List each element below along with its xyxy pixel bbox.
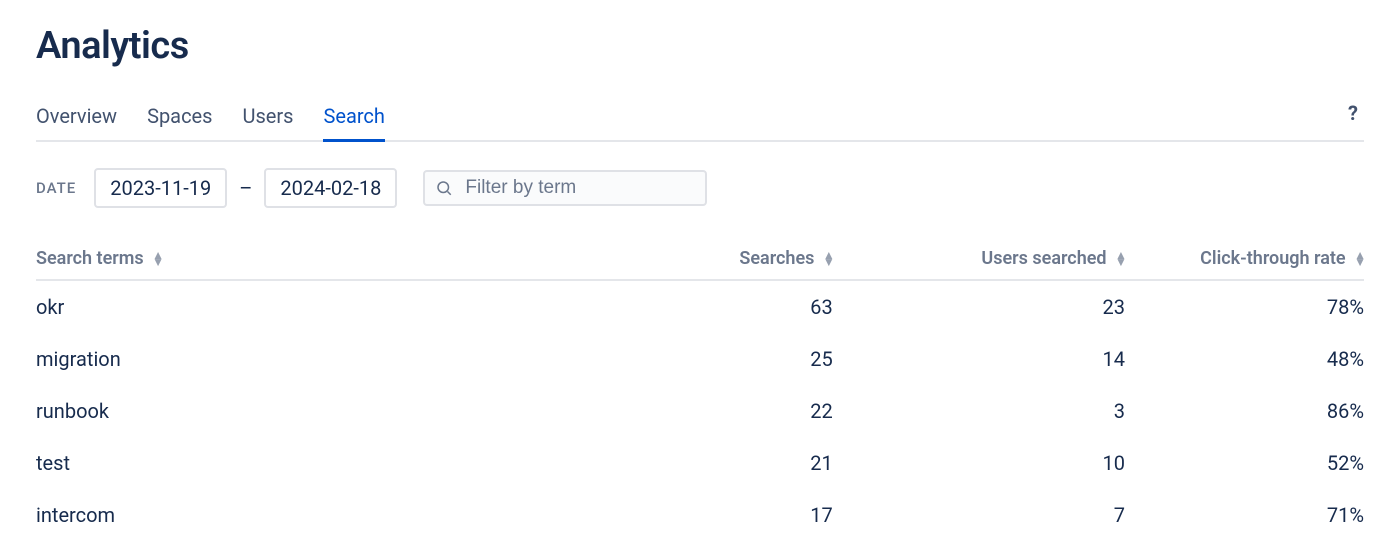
term-filter-input[interactable]	[463, 176, 695, 200]
cell-term: okr	[36, 280, 620, 333]
cell-ctr: 52%	[1125, 437, 1364, 489]
date-range-separator: –	[239, 176, 252, 200]
col-header-users-label: Users searched	[981, 248, 1106, 269]
tab-search[interactable]: Search	[323, 96, 384, 140]
tab-users[interactable]: Users	[242, 96, 293, 140]
table-row: intercom 17 7 71%	[36, 489, 1364, 541]
tab-bar: Overview Spaces Users Search ?	[36, 96, 1364, 142]
table-row: migration 25 14 48%	[36, 333, 1364, 385]
col-header-ctr-label: Click-through rate	[1200, 248, 1346, 269]
table-row: okr 63 23 78%	[36, 280, 1364, 333]
col-header-term[interactable]: Search terms ▲▼	[36, 238, 620, 280]
cell-users: 23	[833, 280, 1125, 333]
col-header-users[interactable]: Users searched ▲▼	[833, 238, 1125, 280]
table-row: runbook 22 3 86%	[36, 385, 1364, 437]
tab-spaces[interactable]: Spaces	[147, 96, 212, 140]
term-filter[interactable]	[423, 170, 707, 206]
filter-controls: DATE 2023-11-19 – 2024-02-18	[36, 168, 1364, 208]
date-from-picker[interactable]: 2023-11-19	[94, 168, 227, 208]
cell-searches: 17	[620, 489, 832, 541]
sort-icon: ▲▼	[1354, 252, 1364, 266]
search-terms-table: Search terms ▲▼ Searches ▲▼ Users search…	[36, 238, 1364, 541]
sort-icon: ▲▼	[1115, 252, 1125, 266]
cell-ctr: 78%	[1125, 280, 1364, 333]
cell-users: 14	[833, 333, 1125, 385]
date-to-picker[interactable]: 2024-02-18	[264, 168, 397, 208]
cell-users: 7	[833, 489, 1125, 541]
cell-ctr: 71%	[1125, 489, 1364, 541]
sort-icon: ▲▼	[152, 252, 162, 266]
cell-searches: 25	[620, 333, 832, 385]
search-icon	[435, 179, 453, 197]
col-header-searches-label: Searches	[739, 248, 814, 269]
col-header-term-label: Search terms	[36, 248, 144, 269]
cell-users: 3	[833, 385, 1125, 437]
cell-ctr: 86%	[1125, 385, 1364, 437]
cell-users: 10	[833, 437, 1125, 489]
cell-term: intercom	[36, 489, 620, 541]
cell-term: runbook	[36, 385, 620, 437]
cell-ctr: 48%	[1125, 333, 1364, 385]
help-icon[interactable]: ?	[1342, 101, 1364, 135]
table-row: test 21 10 52%	[36, 437, 1364, 489]
sort-icon: ▲▼	[823, 252, 833, 266]
cell-searches: 63	[620, 280, 832, 333]
col-header-ctr[interactable]: Click-through rate ▲▼	[1125, 238, 1364, 280]
cell-searches: 22	[620, 385, 832, 437]
col-header-searches[interactable]: Searches ▲▼	[620, 238, 832, 280]
cell-term: migration	[36, 333, 620, 385]
tab-overview[interactable]: Overview	[36, 96, 117, 140]
cell-searches: 21	[620, 437, 832, 489]
date-label: DATE	[36, 179, 76, 197]
page-title: Analytics	[36, 24, 1364, 68]
cell-term: test	[36, 437, 620, 489]
